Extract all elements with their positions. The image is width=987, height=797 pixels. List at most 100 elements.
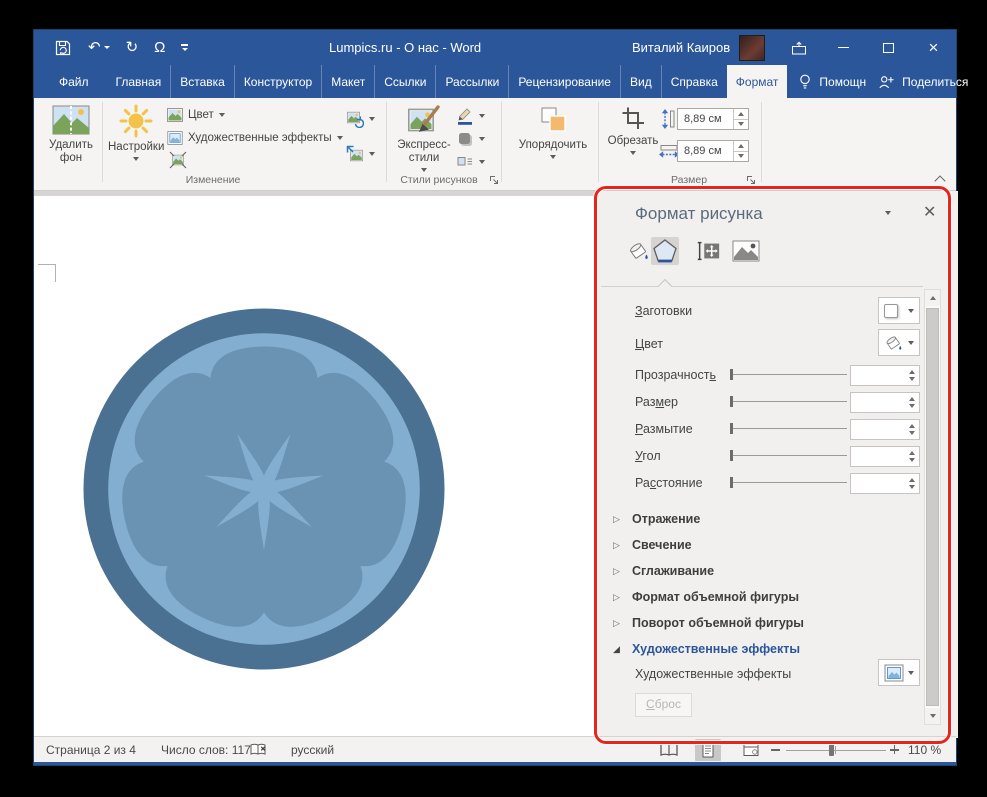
undo-icon[interactable]: ↶: [88, 40, 110, 55]
collapsed-triangle-icon[interactable]: ▷: [613, 514, 623, 525]
page-indicator[interactable]: Страница 2 из 4: [46, 737, 136, 763]
presets-dropdown[interactable]: [878, 297, 920, 324]
height-spinner-icon[interactable]: [733, 109, 748, 129]
slider-3[interactable]: [730, 419, 847, 439]
artistic-effects-button[interactable]: Художественные эффекты: [167, 129, 343, 147]
tab-fill-line-icon[interactable]: [625, 237, 653, 265]
color-button[interactable]: Цвет: [167, 106, 225, 124]
minimize-button[interactable]: [821, 30, 866, 65]
tab-effects-icon[interactable]: [651, 237, 679, 265]
zoom-slider[interactable]: [786, 750, 886, 751]
tab-Главная[interactable]: Главная: [107, 65, 171, 98]
picture-layout-button[interactable]: [456, 153, 485, 171]
section-5[interactable]: ▷Поворот объемной фигуры: [613, 612, 804, 634]
slider-thumb[interactable]: [730, 477, 733, 488]
slider-thumb[interactable]: [730, 423, 733, 434]
customize-qat-icon[interactable]: [181, 44, 188, 50]
crop-button[interactable]: Обрезать: [607, 102, 659, 155]
artistic-effects-dropdown[interactable]: [878, 659, 920, 686]
scroll-down-icon[interactable]: [925, 708, 940, 724]
document-picture[interactable]: [74, 299, 454, 679]
picture-effects-button[interactable]: [456, 130, 485, 148]
slider-input-3[interactable]: [850, 419, 920, 440]
pane-close-icon[interactable]: ✕: [923, 202, 936, 222]
slider-input-5[interactable]: [850, 473, 920, 494]
tab-Ссылки[interactable]: Ссылки: [374, 65, 435, 98]
avatar[interactable]: [739, 35, 765, 61]
compress-picture-button[interactable]: [169, 151, 187, 169]
collapsed-triangle-icon[interactable]: ▷: [613, 592, 623, 603]
section-1[interactable]: ▷Отражение: [613, 508, 700, 530]
redo-icon[interactable]: ↻: [126, 40, 139, 55]
scroll-up-icon[interactable]: [925, 290, 940, 306]
section-2[interactable]: ▷Свечение: [613, 534, 692, 556]
slider-2[interactable]: [730, 392, 847, 412]
tab-assistant[interactable]: Помощн: [787, 65, 877, 98]
slider-1[interactable]: [730, 365, 847, 385]
tab-Конструктор[interactable]: Конструктор: [234, 65, 321, 98]
tab-Рецензирование[interactable]: Рецензирование: [508, 65, 620, 98]
pane-options-dropdown-icon[interactable]: [885, 211, 891, 215]
document-area[interactable]: [34, 191, 594, 738]
user-account[interactable]: Виталий Каиров: [632, 30, 765, 65]
slider-4[interactable]: [730, 446, 847, 466]
size-dialog-launcher-icon[interactable]: [746, 175, 757, 186]
picture-styles-dialog-launcher-icon[interactable]: [489, 175, 500, 186]
tab-Справка[interactable]: Справка: [661, 65, 727, 98]
slider-input-1[interactable]: [850, 365, 920, 386]
picture-border-button[interactable]: [456, 107, 485, 125]
section-3[interactable]: ▷Сглаживание: [613, 560, 714, 582]
slider-thumb[interactable]: [730, 396, 733, 407]
reset-picture-button[interactable]: [346, 145, 375, 163]
zoom-slider-thumb[interactable]: [829, 744, 834, 756]
collapsed-triangle-icon[interactable]: ▷: [613, 566, 623, 577]
read-mode-button[interactable]: [656, 739, 682, 761]
zoom-level[interactable]: 110 %: [908, 737, 941, 763]
zoom-out-icon[interactable]: [771, 749, 780, 751]
word-count[interactable]: Число слов: 117: [161, 737, 251, 763]
expanded-triangle-icon[interactable]: ◢: [613, 644, 623, 655]
save-icon[interactable]: [54, 39, 72, 57]
selected-tab-notch: [658, 279, 672, 293]
insert-symbol-icon[interactable]: Ω: [154, 40, 165, 55]
slider-thumb[interactable]: [730, 450, 733, 461]
corrections-button[interactable]: Настройки: [108, 102, 164, 161]
tab-Макет[interactable]: Макет: [321, 65, 374, 98]
tab-layout-properties-icon[interactable]: [694, 237, 722, 265]
slider-thumb[interactable]: [730, 369, 733, 380]
close-button[interactable]: ×: [911, 30, 956, 65]
collapse-ribbon-icon[interactable]: [934, 175, 945, 186]
section-4[interactable]: ▷Формат объемной фигуры: [613, 586, 799, 608]
web-layout-button[interactable]: [738, 739, 764, 761]
change-picture-button[interactable]: [346, 110, 375, 128]
remove-background-button[interactable]: Удалить фон: [43, 102, 99, 165]
slider-input-2[interactable]: [850, 392, 920, 413]
arrange-button[interactable]: Упорядочить: [511, 102, 595, 159]
language-indicator[interactable]: русский: [291, 737, 334, 763]
shape-width-input[interactable]: 8,89 см: [677, 140, 749, 162]
tab-picture-icon[interactable]: [732, 237, 760, 265]
scrollbar-thumb[interactable]: [926, 308, 939, 706]
maximize-button[interactable]: [866, 30, 911, 65]
proofing-status-icon[interactable]: [249, 742, 267, 768]
shape-height-input[interactable]: 8,89 см: [677, 108, 749, 130]
undo-dropdown-icon[interactable]: [104, 46, 110, 49]
tab-Вид[interactable]: Вид: [620, 65, 661, 98]
quick-styles-button[interactable]: Экспресс-стили: [394, 102, 454, 172]
collapsed-triangle-icon[interactable]: ▷: [613, 618, 623, 629]
width-spinner-icon[interactable]: [733, 141, 748, 161]
pane-scrollbar[interactable]: [924, 289, 941, 725]
tab-Рассылки[interactable]: Рассылки: [435, 65, 508, 98]
color-dropdown[interactable]: [878, 329, 920, 356]
slider-5[interactable]: [730, 473, 847, 493]
tab-Вставка[interactable]: Вставка: [170, 65, 234, 98]
tab-Формат[interactable]: Формат: [727, 65, 788, 98]
share-button[interactable]: Поделиться: [877, 65, 968, 98]
slider-input-4[interactable]: [850, 446, 920, 467]
section-6[interactable]: ◢Художественные эффекты: [613, 638, 800, 660]
reset-button[interactable]: Сброс: [635, 693, 692, 717]
print-layout-button[interactable]: [695, 739, 721, 761]
tab-Файл[interactable]: Файл: [46, 65, 102, 98]
collapsed-triangle-icon[interactable]: ▷: [613, 540, 623, 551]
ribbon-display-options-button[interactable]: [776, 30, 821, 65]
